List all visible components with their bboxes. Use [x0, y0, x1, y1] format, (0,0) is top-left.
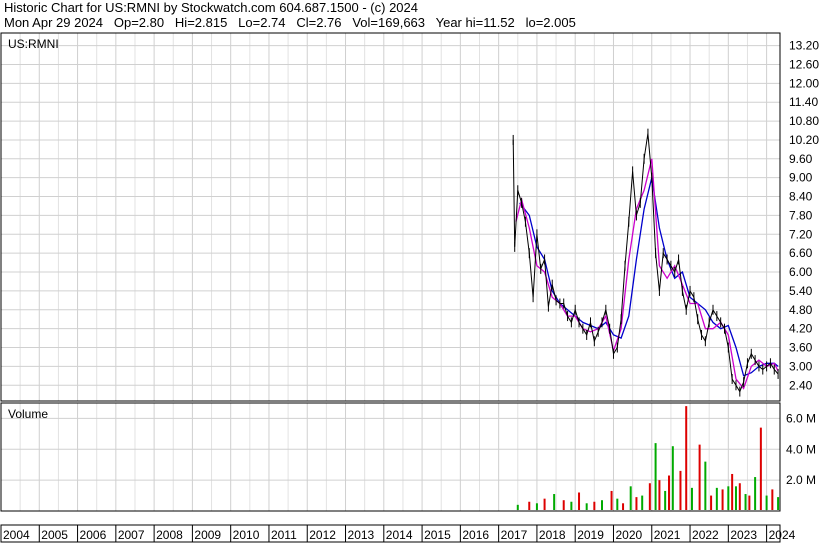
volume-label: Volume	[8, 407, 48, 421]
price-tick-label: 9.00	[789, 171, 813, 185]
x-axis-ticks: 2004 2005 2006 2007 2008 2009 2010 2011 2012 2013…	[0, 525, 796, 542]
year-tick-label: 2006	[80, 528, 107, 542]
year-tick-label: 2019	[577, 528, 604, 542]
price-tick-label: 3.00	[789, 359, 813, 373]
price-tick-label: 11.40	[789, 95, 818, 109]
volume-panel-frame	[0, 402, 781, 512]
price-lines	[512, 128, 779, 397]
symbol-label: US:RMNI	[8, 37, 59, 51]
year-tick-label: 2015	[424, 528, 451, 542]
price-y-ticks: 13.20 12.60 12.00 11.40 10.80 10.20 9.60 9.00 8.…	[789, 39, 819, 393]
price-tick-label: 6.60	[789, 246, 813, 260]
price-tick-label: 6.00	[789, 265, 813, 279]
price-tick-label: 9.60	[789, 152, 813, 166]
price-tick-label: 8.40	[789, 190, 813, 204]
year-tick-label: 2009	[194, 528, 221, 542]
year-tick-label: 2008	[156, 528, 183, 542]
price-panel-frame	[0, 32, 781, 402]
price-series-line	[512, 133, 779, 393]
price-tick-label: 4.80	[789, 303, 813, 317]
stock-chart: 13.20 12.60 12.00 11.40 10.80 10.20 9.60 9.00 8.…	[0, 32, 819, 543]
year-tick-label: 2020	[615, 528, 642, 542]
ma_fast-series-line	[515, 158, 779, 390]
price-tick-label: 2.40	[789, 378, 813, 392]
price-tick-label: 10.80	[789, 114, 819, 128]
volume-y-ticks: 6.0 M 4.0 M 2.0 M	[786, 411, 816, 487]
year-tick-label: 2024	[769, 528, 796, 542]
year-tick-label: 2005	[41, 528, 68, 542]
price-tick-label: 12.60	[789, 57, 819, 71]
price-tick-label: 4.20	[789, 322, 813, 336]
volume-bars	[516, 406, 780, 510]
price-tick-label: 12.00	[789, 76, 819, 90]
year-tick-label: 2023	[730, 528, 757, 542]
year-tick-label: 2012	[309, 528, 336, 542]
year-tick-label: 2004	[3, 528, 30, 542]
year-tick-label: 2011	[271, 528, 297, 542]
ma_slow-series-line	[519, 177, 779, 377]
volume-tick-label: 2.0 M	[786, 473, 816, 487]
price-tick-label: 7.20	[789, 227, 813, 241]
price-tick-label: 7.80	[789, 208, 813, 222]
price-tick-label: 13.20	[789, 39, 819, 53]
year-tick-label: 2007	[118, 528, 145, 542]
year-tick-label: 2016	[462, 528, 489, 542]
year-tick-label: 2022	[692, 528, 719, 542]
year-tick-label: 2014	[386, 528, 413, 542]
year-tick-label: 2010	[233, 528, 260, 542]
price-tick-label: 5.40	[789, 284, 813, 298]
volume-tick-label: 6.0 M	[786, 411, 816, 425]
year-tick-label: 2017	[501, 528, 528, 542]
year-tick-label: 2018	[539, 528, 566, 542]
year-tick-label: 2021	[654, 528, 681, 542]
volume-tick-label: 4.0 M	[786, 442, 816, 456]
price-tick-label: 3.60	[789, 341, 813, 355]
year-tick-label: 2013	[348, 528, 375, 542]
price-tick-label: 10.20	[789, 133, 819, 147]
